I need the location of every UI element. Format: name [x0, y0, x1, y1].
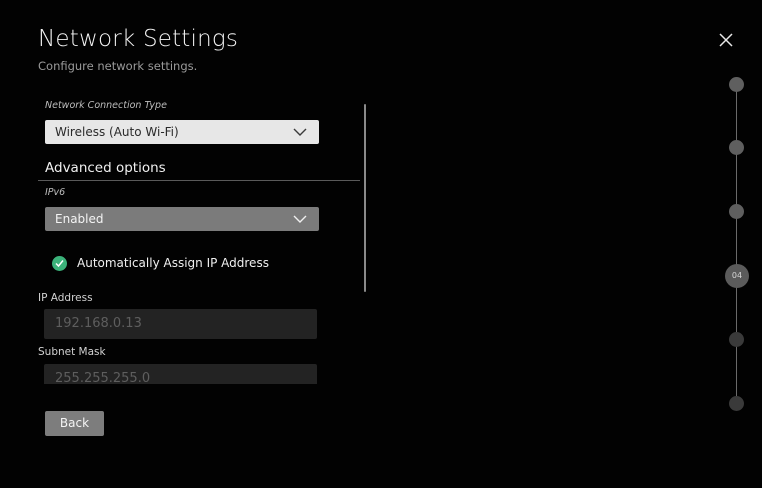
checkmark-icon: [52, 255, 67, 271]
step-dot-1: [729, 77, 744, 92]
connection-type-dropdown[interactable]: Wireless (Auto Wi-Fi): [45, 120, 319, 144]
step-indicator: 04: [725, 75, 749, 415]
ip-address-label: IP Address: [38, 292, 93, 304]
chevron-down-icon: [293, 128, 307, 136]
back-button[interactable]: Back: [45, 411, 104, 436]
close-button[interactable]: [714, 28, 738, 52]
chevron-down-icon: [293, 215, 307, 223]
ipv6-value: Enabled: [55, 212, 104, 226]
step-dot-6: [729, 396, 744, 411]
step-dot-current: 04: [725, 264, 749, 288]
ip-address-input[interactable]: 192.168.0.13: [44, 309, 317, 339]
stepper-line: [736, 85, 737, 405]
page-title: Network Settings: [38, 26, 239, 52]
page-subtitle: Configure network settings.: [38, 59, 198, 73]
auto-assign-ip-checkbox[interactable]: Automatically Assign IP Address: [52, 255, 269, 271]
advanced-options-heading: Advanced options: [45, 160, 166, 176]
connection-type-value: Wireless (Auto Wi-Fi): [55, 125, 179, 139]
subnet-mask-label: Subnet Mask: [38, 346, 106, 358]
section-divider: [38, 180, 360, 181]
step-dot-2: [729, 140, 744, 155]
subnet-mask-input[interactable]: 255.255.255.0: [44, 364, 317, 384]
step-dot-5: [729, 332, 744, 347]
scrollbar[interactable]: [364, 104, 366, 292]
ipv6-label: IPv6: [45, 187, 66, 198]
network-settings-screen: Network Settings Configure network setti…: [0, 0, 762, 488]
connection-type-label: Network Connection Type: [45, 100, 167, 111]
ipv6-dropdown[interactable]: Enabled: [45, 207, 319, 231]
step-dot-3: [729, 204, 744, 219]
auto-assign-ip-label: Automatically Assign IP Address: [77, 256, 269, 270]
settings-scroll-area[interactable]: Network Connection Type Wireless (Auto W…: [0, 90, 370, 384]
close-icon: [719, 33, 733, 47]
